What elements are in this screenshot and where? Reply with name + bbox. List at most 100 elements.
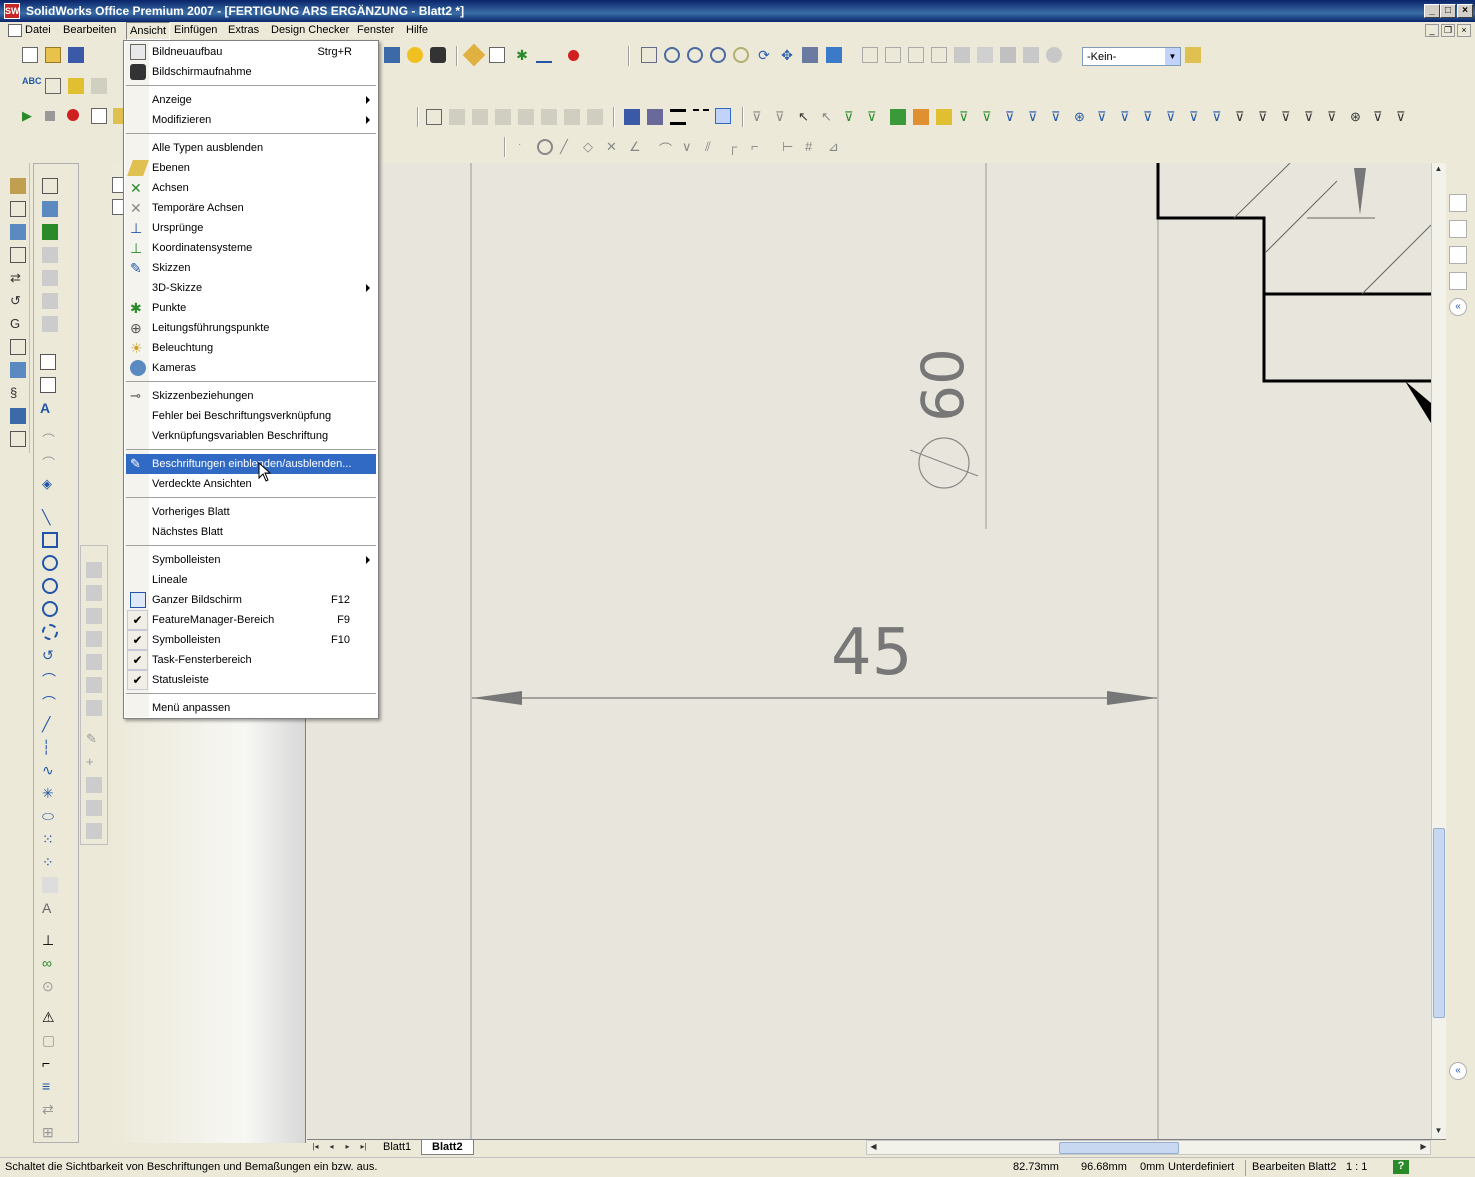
menu-item-achsen[interactable]: ✕ Achsen bbox=[126, 178, 376, 198]
next-sheet-icon[interactable]: ▸ bbox=[341, 1141, 354, 1154]
fillet-tool-icon[interactable]: ⌒ bbox=[659, 139, 675, 157]
menu-item-3d-skizze[interactable]: 3D-Skizze bbox=[126, 278, 376, 298]
zoom-to-fit-icon[interactable] bbox=[641, 47, 657, 63]
table-icon[interactable] bbox=[10, 201, 26, 217]
menu-hilfe[interactable]: Hilfe bbox=[406, 24, 428, 36]
file-explorer-icon[interactable] bbox=[1449, 246, 1467, 264]
center-mark-icon[interactable]: ⊙ bbox=[42, 978, 58, 994]
circular-pattern-icon[interactable]: ⁘ bbox=[42, 854, 58, 870]
menu-item-koordinatensysteme[interactable]: ⊥ Koordinatensysteme bbox=[126, 238, 376, 258]
menu-item-statusleiste[interactable]: ✔ Statusleiste bbox=[126, 670, 376, 690]
filter-dowel-pins-icon[interactable]: ⊽ bbox=[1327, 109, 1343, 125]
layer-properties-icon[interactable] bbox=[1185, 47, 1201, 63]
menu-design-checker[interactable]: Design Checker bbox=[271, 24, 349, 36]
left-view-icon[interactable] bbox=[86, 608, 102, 624]
line-thickness-icon[interactable] bbox=[670, 109, 686, 125]
alternate-position-icon[interactable] bbox=[10, 431, 26, 447]
menu-item-modifizieren[interactable]: Modifizieren bbox=[126, 110, 376, 130]
datum-icon[interactable]: ⊥ bbox=[42, 932, 58, 948]
rotate-icon[interactable]: ⟳ bbox=[756, 47, 772, 63]
center-circle-icon[interactable] bbox=[42, 601, 58, 617]
help-icon[interactable] bbox=[407, 47, 423, 63]
drawing-sheet[interactable]: 60 45 ⌀ bbox=[307, 163, 1431, 1139]
chamfer-tool-icon[interactable]: ∨ bbox=[682, 139, 698, 155]
hole-callout-icon[interactable]: ≡ bbox=[42, 1078, 58, 1094]
save-icon[interactable] bbox=[68, 47, 84, 63]
bottom-view-icon[interactable] bbox=[86, 677, 102, 693]
maximize-button[interactable]: □ bbox=[1440, 4, 1456, 18]
last-sheet-icon[interactable]: ▸| bbox=[357, 1141, 370, 1154]
menu-item-beschriftungen-einblenden[interactable]: ✎ Beschriftungen einblenden/ausblenden..… bbox=[126, 454, 376, 474]
dimension-diameter-text[interactable]: 60 bbox=[898, 345, 988, 425]
mdi-close-button[interactable]: × bbox=[1457, 24, 1471, 37]
filter-blocks-icon[interactable]: ⊽ bbox=[1304, 109, 1320, 125]
warning-icon[interactable]: ⚠ bbox=[42, 1009, 58, 1025]
snap-icon[interactable] bbox=[715, 108, 731, 124]
minimize-button[interactable]: _ bbox=[1424, 4, 1440, 18]
filter-points-icon[interactable]: ⊽ bbox=[844, 109, 860, 125]
design-library-icon[interactable] bbox=[10, 247, 26, 263]
view-palette-pane-icon[interactable] bbox=[1449, 272, 1467, 290]
three-point-arc-icon[interactable]: ╱ bbox=[42, 716, 58, 732]
menu-item-verdeckte-ansichten[interactable]: Verdeckte Ansichten bbox=[126, 474, 376, 494]
line-color-icon[interactable] bbox=[647, 109, 663, 125]
prev-sheet-icon[interactable]: ◂ bbox=[325, 1141, 338, 1154]
filter-axes-icon[interactable]: ⊽ bbox=[959, 109, 975, 125]
point-icon[interactable]: ✱ bbox=[514, 47, 530, 63]
center-arc-icon[interactable]: ⌒ bbox=[42, 670, 58, 688]
leader-icon[interactable]: ⌐ bbox=[42, 1055, 58, 1071]
grid-tool-icon[interactable]: # bbox=[805, 139, 821, 155]
collapse-pane-icon[interactable]: « bbox=[1449, 298, 1467, 316]
menu-item-task-fensterbereich[interactable]: ✔ Task-Fensterbereich bbox=[126, 650, 376, 670]
shaded-edges-icon[interactable] bbox=[954, 47, 970, 63]
layer-icon[interactable] bbox=[624, 109, 640, 125]
surface-finish-icon[interactable] bbox=[518, 109, 534, 125]
line-draw-icon[interactable]: ╱ bbox=[560, 139, 576, 155]
configuration-select[interactable]: -Kein- ▼ bbox=[1082, 47, 1181, 66]
perimeter-circle-icon[interactable] bbox=[42, 624, 58, 640]
projected-view-icon[interactable] bbox=[10, 362, 26, 378]
solidworks-app-icon[interactable]: SW bbox=[4, 3, 20, 19]
menu-item-alle-typen-ausblenden[interactable]: Alle Typen ausblenden bbox=[126, 138, 376, 158]
right-view-icon[interactable] bbox=[86, 631, 102, 647]
polygon-tool-icon[interactable]: ◇ bbox=[583, 139, 599, 155]
sketch-fillet-icon[interactable]: ⌒ bbox=[42, 430, 58, 448]
revision-icon[interactable]: ⇄ bbox=[42, 1101, 58, 1117]
filter-center-marks-icon[interactable]: ⊛ bbox=[1074, 109, 1090, 125]
play-macro-icon[interactable]: ▶ bbox=[22, 108, 38, 124]
vertical-scrollbar[interactable]: ▲ ▼ bbox=[1431, 163, 1446, 1139]
record-macro-icon[interactable] bbox=[67, 109, 79, 121]
filter-solids-icon[interactable] bbox=[936, 109, 952, 125]
menu-item-punkte[interactable]: ✱ Punkte bbox=[126, 298, 376, 318]
filter-sketch-segments-icon[interactable]: ⊽ bbox=[1028, 109, 1044, 125]
hidden-lines-visible-icon[interactable] bbox=[885, 47, 901, 63]
menu-item-verknuepfungsvariablen[interactable]: Verknüpfungsvariablen Beschriftung bbox=[126, 426, 376, 446]
menu-bearbeiten[interactable]: Bearbeiten bbox=[63, 24, 116, 36]
weld-bead-icon[interactable]: ∞ bbox=[42, 955, 58, 971]
rectangle-icon[interactable] bbox=[42, 532, 58, 548]
tangent-arc-icon[interactable]: ⌒ bbox=[42, 693, 58, 711]
dimension-tool-icon[interactable]: ⊢ bbox=[782, 139, 798, 155]
home-icon[interactable] bbox=[1449, 194, 1467, 212]
menu-item-skizzen[interactable]: ✎ Skizzen bbox=[126, 258, 376, 278]
chevron-down-icon[interactable]: ▼ bbox=[1165, 48, 1180, 65]
view-orientation-icon[interactable] bbox=[826, 47, 842, 63]
line-icon[interactable]: ╲ bbox=[42, 509, 58, 525]
shadows-icon[interactable] bbox=[1000, 47, 1016, 63]
weld-symbol-icon[interactable] bbox=[541, 109, 557, 125]
model-items-icon[interactable] bbox=[426, 109, 442, 125]
filter-weld-icon[interactable]: ⊽ bbox=[1235, 109, 1251, 125]
smart-dimension-icon[interactable] bbox=[462, 43, 486, 67]
line-style-icon[interactable] bbox=[693, 109, 709, 125]
menu-item-kameras[interactable]: Kameras bbox=[126, 358, 376, 378]
relative-view-icon[interactable] bbox=[42, 224, 58, 240]
format-painter-icon[interactable] bbox=[45, 78, 61, 94]
filter-edges-icon[interactable]: ⊽ bbox=[867, 109, 883, 125]
stop-macro-icon[interactable] bbox=[45, 111, 55, 121]
mdi-restore-button[interactable]: ❐ bbox=[1441, 24, 1455, 37]
menu-item-ganzer-bildschirm[interactable]: Ganzer Bildschirm F12 bbox=[126, 590, 376, 610]
document-properties-icon[interactable] bbox=[10, 178, 26, 194]
filter-planes-icon[interactable]: ⊽ bbox=[982, 109, 998, 125]
hidden-lines-removed-icon[interactable] bbox=[908, 47, 924, 63]
zoom-area-icon[interactable] bbox=[664, 47, 680, 63]
